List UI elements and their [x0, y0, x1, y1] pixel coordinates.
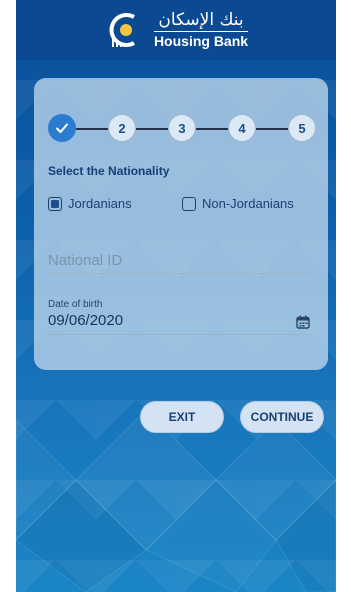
step-connector	[196, 128, 228, 130]
checkbox-unchecked-icon[interactable]	[182, 196, 196, 211]
exit-button[interactable]: EXIT	[140, 401, 224, 433]
app-header: بنك الإسكان Housing Bank	[16, 0, 336, 60]
step-4: 4	[228, 114, 256, 142]
bank-logo: بنك الإسكان Housing Bank	[104, 9, 248, 51]
option-non-jordanians-label: Non-Jordanians	[202, 196, 294, 211]
logo-divider	[153, 31, 248, 32]
app-screen: بنك الإسكان Housing Bank 2 3 4 5 Select …	[16, 0, 336, 592]
national-id-input[interactable]: National ID	[48, 252, 312, 274]
calendar-icon[interactable]	[296, 315, 310, 329]
logo-english-text: Housing Bank	[153, 33, 249, 49]
continue-button[interactable]: CONTINUE	[240, 401, 324, 433]
nationality-form-card: 2 3 4 5 Select the Nationality Jordanian…	[34, 78, 328, 370]
date-of-birth-label: Date of birth	[48, 299, 103, 310]
logo-arabic-text: بنك الإسكان	[158, 10, 244, 30]
check-icon	[56, 123, 68, 133]
step-3: 3	[168, 114, 196, 142]
date-of-birth-value[interactable]: 09/06/2020	[48, 312, 312, 329]
step-connector	[136, 128, 168, 130]
date-of-birth-field[interactable]: Date of birth 09/06/2020	[48, 299, 312, 335]
nationality-section-title: Select the Nationality	[48, 164, 170, 178]
housing-bank-logo-icon	[109, 13, 135, 47]
step-5: 5	[288, 114, 316, 142]
progress-stepper: 2 3 4 5	[48, 114, 318, 144]
option-non-jordanians[interactable]: Non-Jordanians	[182, 196, 294, 211]
checkbox-checked-icon[interactable]	[48, 196, 62, 211]
option-jordanians-label: Jordanians	[68, 196, 132, 211]
step-2: 2	[108, 114, 136, 142]
step-connector	[76, 128, 108, 130]
step-1	[48, 114, 76, 142]
option-jordanians[interactable]: Jordanians	[48, 196, 132, 211]
national-id-placeholder: National ID	[48, 252, 123, 269]
step-connector	[256, 128, 288, 130]
